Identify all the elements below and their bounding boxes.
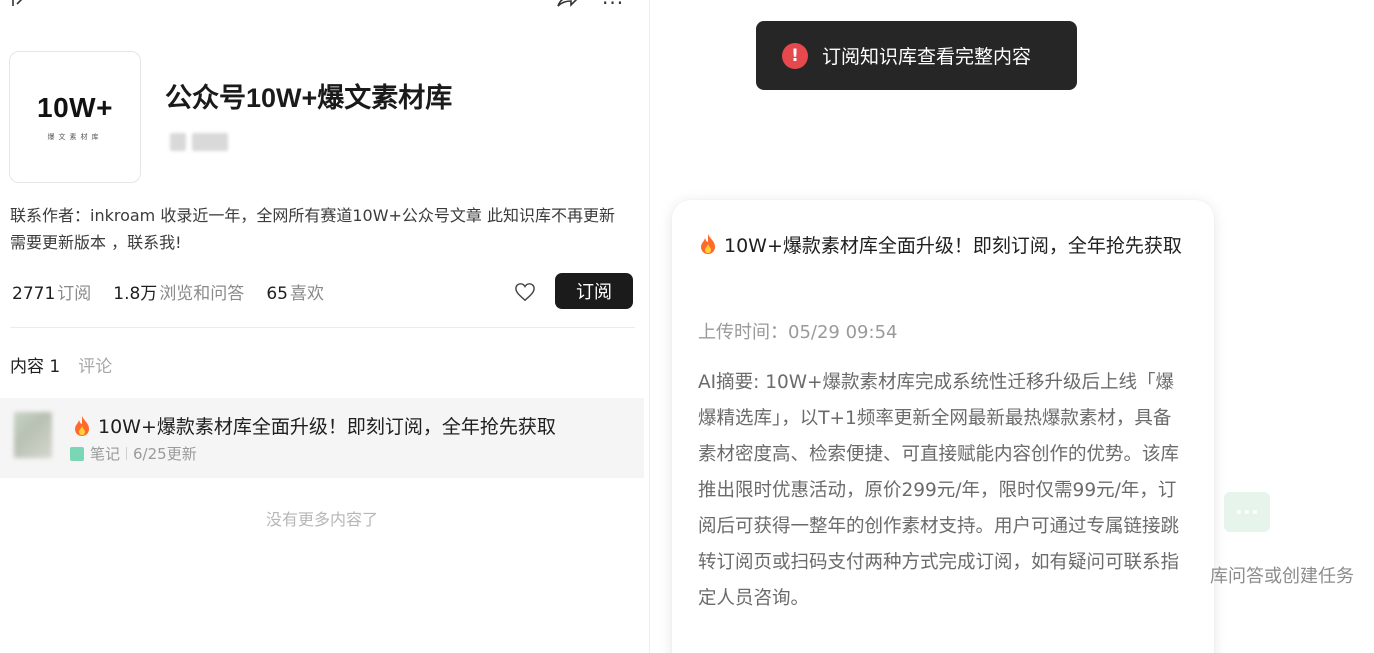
doc-title-text: 10W+爆款素材库全面升级！即刻订阅，全年抢先获取 xyxy=(98,416,556,438)
kb-description: 联系作者：inkroam 收录近一年，全网所有赛道10W+公众号文章 此知识库不… xyxy=(10,206,616,252)
note-icon xyxy=(70,446,84,461)
card-title-text: 10W+爆款素材库全面升级！即刻订阅，全年抢先获取 xyxy=(724,235,1182,257)
author-avatar-blurred xyxy=(170,133,186,151)
more-options-icon[interactable]: ··· xyxy=(602,0,628,15)
tab-comments[interactable]: 评论 xyxy=(78,352,112,377)
tab-content[interactable]: 内容 1 xyxy=(10,352,60,377)
cover-small-text: 爆文素材库 xyxy=(47,133,103,141)
kb-stats: 2771 订阅 1.8万 浏览和问答 65 喜欢 xyxy=(12,279,324,304)
author-name-blurred xyxy=(192,133,228,151)
card-title: 10W+爆款素材库全面升级！即刻订阅，全年抢先获取 xyxy=(698,228,1198,264)
doc-type: 笔记 xyxy=(90,445,121,463)
kb-cover-image: 10W+ 爆文素材库 xyxy=(9,51,141,183)
author-info-blurred xyxy=(170,133,228,151)
fire-icon xyxy=(701,234,715,254)
doc-meta: 笔记 6/25更新 xyxy=(70,443,197,464)
upload-time: 上传时间：05/29 09:54 xyxy=(698,322,898,343)
doc-preview-card[interactable]: 10W+爆款素材库全面升级！即刻订阅，全年抢先获取 上传时间：05/29 09:… xyxy=(672,200,1214,653)
chat-bubble-icon[interactable] xyxy=(1224,492,1270,532)
cover-big-text: 10W+ xyxy=(37,92,113,123)
toast-notification: ! 订阅知识库查看完整内容 xyxy=(756,21,1077,90)
doc-updated: 6/25更新 xyxy=(133,445,197,463)
stat-subscriptions: 2771 订阅 xyxy=(12,284,92,304)
top-toolbar: ··· xyxy=(0,0,649,15)
knowledge-base-panel: ··· 10W+ 爆文素材库 公众号10W+爆文素材库 联系作者：inkroam… xyxy=(0,0,650,653)
doc-thumbnail-blurred xyxy=(14,412,52,458)
list-item[interactable]: 10W+爆款素材库全面升级！即刻订阅，全年抢先获取 笔记 6/25更新 xyxy=(0,398,644,478)
fire-icon xyxy=(75,415,89,436)
stat-likes: 65 喜欢 xyxy=(266,284,324,304)
meta-separator xyxy=(126,447,128,460)
toast-text: 订阅知识库查看完整内容 xyxy=(822,46,1032,68)
kb-title: 公众号10W+爆文素材库 xyxy=(165,83,453,113)
doc-title: 10W+爆款素材库全面升级！即刻订阅，全年抢先获取 xyxy=(72,412,556,439)
content-tabs: 内容 1 评论 xyxy=(10,352,112,377)
ai-summary: AI摘要: 10W+爆款素材库完成系统性迁移升级后上线「爆爆精选库」，以T+1频… xyxy=(698,372,1180,609)
section-divider xyxy=(10,327,635,328)
no-more-content: 没有更多内容了 xyxy=(265,510,378,529)
share-icon[interactable] xyxy=(555,0,579,12)
preview-panel: ! 订阅知识库查看完整内容 10W+爆款素材库全面升级！即刻订阅，全年抢先获取 … xyxy=(650,0,1374,653)
assistant-hint: 库问答或创建任务 xyxy=(1210,566,1354,587)
like-button[interactable] xyxy=(508,275,542,309)
sidebar-toggle-icon[interactable] xyxy=(10,0,28,12)
alert-icon: ! xyxy=(782,42,808,69)
stat-views: 1.8万 浏览和问答 xyxy=(113,284,245,304)
subscribe-button[interactable]: 订阅 xyxy=(555,273,633,309)
heart-icon xyxy=(515,283,535,302)
app-root: ··· 10W+ 爆文素材库 公众号10W+爆文素材库 联系作者：inkroam… xyxy=(0,0,1374,653)
